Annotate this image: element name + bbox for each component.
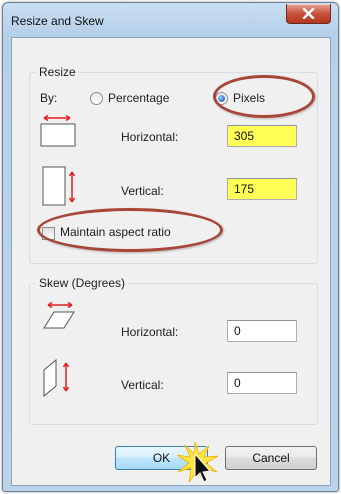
skew-horizontal-input[interactable]: 0 (227, 320, 297, 342)
by-label: By: (40, 91, 58, 105)
horizontal-resize-icon (40, 114, 76, 147)
title-bar[interactable]: Resize and Skew (3, 3, 338, 37)
resize-skew-dialog: Resize and Skew Resize By: Percentage Pi… (2, 2, 339, 492)
click-cursor-icon (176, 441, 219, 483)
close-icon (302, 8, 315, 19)
aspect-ratio-callout-ellipse (37, 208, 223, 252)
vertical-skew-icon (43, 358, 70, 398)
resize-vertical-label: Vertical: (121, 184, 164, 198)
vertical-resize-icon (42, 166, 76, 206)
dialog-title: Resize and Skew (11, 14, 104, 28)
skew-vertical-input[interactable]: 0 (227, 372, 297, 394)
resize-vertical-input[interactable]: 175 (227, 178, 297, 200)
percentage-radio[interactable] (90, 92, 103, 105)
pixels-callout-ellipse (213, 75, 315, 118)
resize-horizontal-label: Horizontal: (121, 130, 179, 144)
skew-group: Skew (Degrees) Horizontal: 0 Vertical: 0 (29, 276, 318, 425)
percentage-label[interactable]: Percentage (108, 91, 169, 105)
skew-horizontal-label: Horizontal: (121, 325, 179, 339)
skew-group-title: Skew (Degrees) (36, 276, 129, 290)
cancel-button[interactable]: Cancel (225, 446, 317, 470)
resize-group-title: Resize (36, 65, 79, 79)
skew-vertical-label: Vertical: (121, 378, 164, 392)
close-button[interactable] (286, 4, 331, 24)
resize-horizontal-input[interactable]: 305 (227, 125, 297, 147)
horizontal-skew-icon (43, 301, 75, 329)
